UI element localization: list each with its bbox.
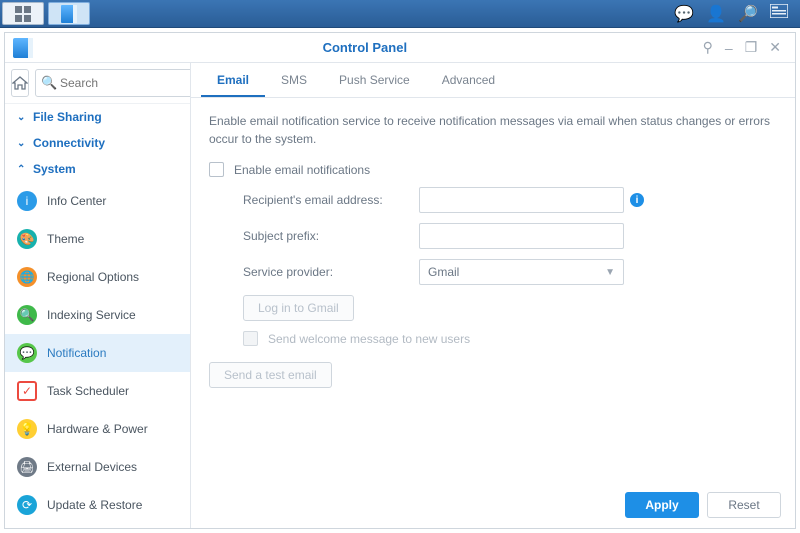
subject-prefix-label: Subject prefix: (209, 229, 419, 243)
chevron-down-icon: ⌄ (17, 112, 27, 123)
recipient-email-input[interactable] (419, 187, 624, 213)
enable-email-checkbox[interactable] (209, 162, 224, 177)
sidebar-item-label: Regional Options (47, 270, 139, 284)
chat-bubble-icon: 💬 (17, 343, 37, 363)
window-pin-icon[interactable]: ⚲ (697, 39, 719, 56)
widgets-icon[interactable] (770, 4, 788, 23)
tabs: Email SMS Push Service Advanced (191, 63, 795, 98)
section-file-sharing[interactable]: ⌄ File Sharing (5, 104, 190, 130)
main-content: Email SMS Push Service Advanced Enable e… (191, 63, 795, 528)
sidebar-item-label: Task Scheduler (47, 384, 129, 398)
window-titlebar: Control Panel ⚲ – ❐ ✕ (5, 33, 795, 63)
home-button[interactable] (11, 69, 29, 97)
sidebar-item-label: Hardware & Power (47, 422, 148, 436)
sidebar-item-label: Indexing Service (47, 308, 136, 322)
recipient-label: Recipient's email address: (209, 193, 419, 207)
tab-advanced[interactable]: Advanced (426, 63, 511, 97)
window-minimize-icon[interactable]: – (719, 40, 739, 56)
home-icon (12, 76, 28, 90)
sidebar-item-regional-options[interactable]: 🌐 Regional Options (5, 258, 190, 296)
window-close-icon[interactable]: ✕ (763, 39, 787, 56)
welcome-message-checkbox (243, 331, 258, 346)
lightbulb-icon: 💡 (17, 419, 37, 439)
window-logo-icon (13, 38, 33, 58)
search-icon[interactable]: 🔎 (738, 4, 758, 24)
sidebar-item-label: External Devices (47, 460, 137, 474)
subject-prefix-input[interactable] (419, 223, 624, 249)
sidebar-item-label: Theme (47, 232, 84, 246)
window-maximize-icon[interactable]: ❐ (739, 39, 764, 56)
panel-description: Enable email notification service to rec… (209, 112, 777, 148)
tab-sms[interactable]: SMS (265, 63, 323, 97)
main-menu-button[interactable] (2, 2, 44, 25)
search-field-icon: 🔍 (41, 75, 57, 91)
grid-icon (15, 6, 31, 22)
section-connectivity[interactable]: ⌄ Connectivity (5, 130, 190, 156)
chevron-up-icon: ⌃ (17, 164, 27, 175)
chevron-down-icon: ⌄ (17, 138, 27, 149)
system-taskbar: 💬 👤 🔎 (0, 0, 800, 28)
apply-button[interactable]: Apply (625, 492, 699, 518)
tab-push-service[interactable]: Push Service (323, 63, 426, 97)
control-panel-window: Control Panel ⚲ – ❐ ✕ 🔍 ⌄ File Sharing (4, 32, 796, 529)
sidebar-item-label: Info Center (47, 194, 106, 208)
sidebar-item-label: Notification (47, 346, 106, 360)
service-provider-label: Service provider: (209, 265, 419, 279)
service-provider-value: Gmail (428, 265, 459, 279)
tab-email[interactable]: Email (201, 63, 265, 97)
globe-icon: 🌐 (17, 267, 37, 287)
printer-icon: 🖨 (17, 457, 37, 477)
sidebar-item-theme[interactable]: 🎨 Theme (5, 220, 190, 258)
section-system[interactable]: ⌃ System (5, 156, 190, 182)
user-icon[interactable]: 👤 (706, 4, 726, 24)
control-panel-task-button[interactable] (48, 2, 90, 25)
sidebar-item-external-devices[interactable]: 🖨 External Devices (5, 448, 190, 486)
info-icon: i (17, 191, 37, 211)
control-panel-icon (61, 5, 77, 23)
service-provider-select[interactable]: Gmail ▼ (419, 259, 624, 285)
sidebar-item-indexing-service[interactable]: 🔍 Indexing Service (5, 296, 190, 334)
recipient-info-icon[interactable]: i (630, 193, 644, 207)
refresh-icon: ⟳ (17, 495, 37, 515)
sidebar-item-notification[interactable]: 💬 Notification (5, 334, 190, 372)
index-search-icon: 🔍 (17, 305, 37, 325)
sidebar-item-info-center[interactable]: i Info Center (5, 182, 190, 220)
email-panel: Enable email notification service to rec… (191, 98, 795, 528)
sidebar: 🔍 ⌄ File Sharing ⌄ Connectivity ⌃ System… (5, 63, 191, 528)
reset-button[interactable]: Reset (707, 492, 781, 518)
window-title: Control Panel (33, 40, 697, 55)
chevron-down-icon: ▼ (605, 267, 615, 278)
footer-actions: Apply Reset (625, 492, 781, 518)
chat-icon[interactable]: 💬 (674, 4, 694, 24)
calendar-check-icon: ✓ (17, 381, 37, 401)
sidebar-item-update-restore[interactable]: ⟳ Update & Restore (5, 486, 190, 524)
send-test-email-button: Send a test email (209, 362, 332, 388)
sidebar-item-hardware-power[interactable]: 💡 Hardware & Power (5, 410, 190, 448)
sidebar-item-task-scheduler[interactable]: ✓ Task Scheduler (5, 372, 190, 410)
palette-icon: 🎨 (17, 229, 37, 249)
login-gmail-button: Log in to Gmail (243, 295, 354, 321)
sidebar-item-label: Update & Restore (47, 498, 142, 512)
welcome-message-label: Send welcome message to new users (268, 332, 470, 346)
enable-email-label: Enable email notifications (234, 163, 370, 177)
section-applications[interactable]: ⌄ Applications (5, 524, 190, 528)
search-input[interactable] (35, 69, 191, 97)
